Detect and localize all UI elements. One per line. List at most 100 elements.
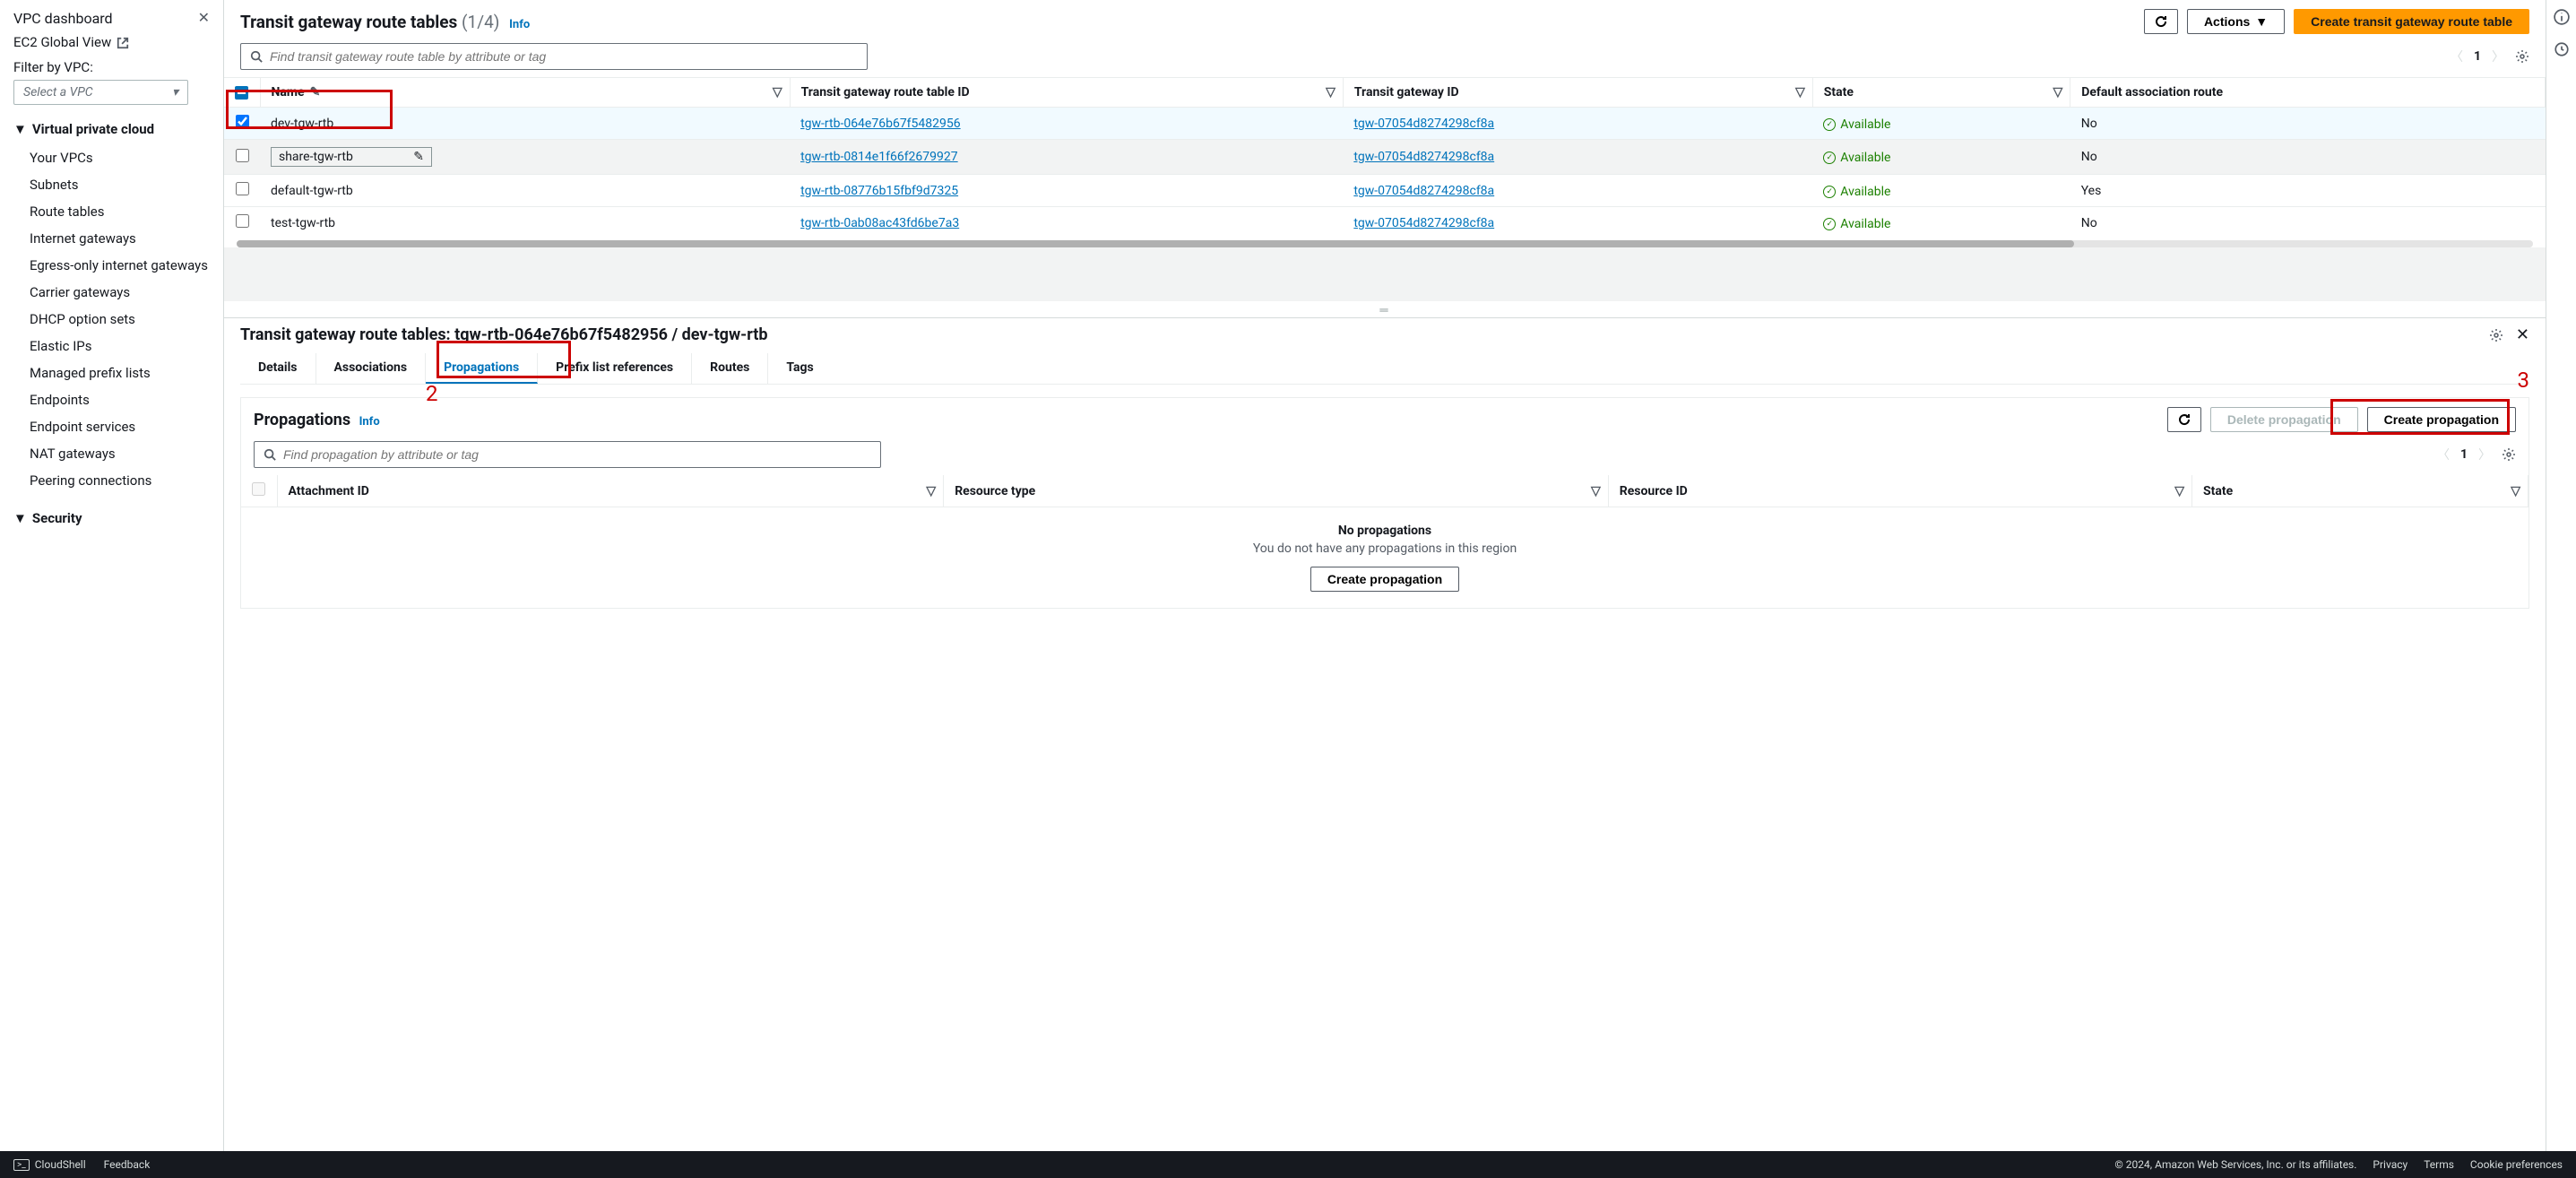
gear-icon[interactable] bbox=[2489, 327, 2503, 342]
gear-icon[interactable] bbox=[2502, 447, 2516, 462]
pager-prev[interactable]: 〈 bbox=[2437, 446, 2450, 463]
info-icon[interactable] bbox=[2554, 9, 2570, 25]
sidebar-item-endpoint-services[interactable]: Endpoint services bbox=[13, 413, 223, 440]
vpc-select-placeholder: Select a VPC bbox=[23, 85, 93, 100]
feedback-link[interactable]: Feedback bbox=[104, 1158, 151, 1171]
sidebar-item-egress-gateways[interactable]: Egress-only internet gateways bbox=[13, 252, 223, 279]
sidebar-item-your-vpcs[interactable]: Your VPCs bbox=[13, 144, 223, 171]
search-icon bbox=[250, 49, 263, 64]
sidebar-item-carrier-gateways[interactable]: Carrier gateways bbox=[13, 279, 223, 306]
main-content: Transit gateway route tables (1/4) Info … bbox=[224, 0, 2546, 1151]
col-resource-type[interactable]: Resource type▽ bbox=[944, 475, 1609, 507]
close-icon[interactable]: ✕ bbox=[2516, 325, 2529, 344]
select-all-checkbox bbox=[252, 482, 265, 496]
pencil-icon: ✎ bbox=[310, 85, 321, 100]
table-row[interactable]: share-tgw-rtb✎ tgw-rtb-0814e1f66f2679927… bbox=[224, 140, 2546, 175]
rtb-link[interactable]: tgw-rtb-064e76b67f5482956 bbox=[800, 117, 961, 131]
col-name[interactable]: Name✎▽ bbox=[260, 78, 790, 108]
empty-subtitle: You do not have any propagations in this… bbox=[257, 541, 2512, 556]
row-checkbox[interactable] bbox=[236, 115, 249, 128]
sidebar-item-subnets[interactable]: Subnets bbox=[13, 171, 223, 198]
privacy-link[interactable]: Privacy bbox=[2373, 1158, 2407, 1171]
sort-icon: ▽ bbox=[1795, 85, 1805, 100]
status-badge: ✓Available bbox=[1823, 217, 1890, 231]
refresh-button[interactable] bbox=[2167, 407, 2201, 432]
ec2-link-label: EC2 Global View bbox=[13, 34, 111, 50]
vpc-select[interactable]: Select a VPC ▾ bbox=[13, 80, 188, 105]
sidebar-item-peering[interactable]: Peering connections bbox=[13, 467, 223, 494]
tab-details[interactable]: Details bbox=[240, 353, 316, 384]
cloudshell-button[interactable]: >_ CloudShell bbox=[13, 1158, 86, 1171]
refresh-icon[interactable] bbox=[2554, 41, 2570, 57]
nav-section-security[interactable]: ▼ Security bbox=[13, 510, 223, 526]
page-title: Transit gateway route tables (1/4) bbox=[240, 12, 504, 32]
terms-link[interactable]: Terms bbox=[2424, 1158, 2454, 1171]
sidebar-item-endpoints[interactable]: Endpoints bbox=[13, 386, 223, 413]
close-sidebar-button[interactable]: ✕ bbox=[198, 9, 210, 27]
tab-associations[interactable]: Associations bbox=[316, 353, 427, 384]
sidebar-item-prefix-lists[interactable]: Managed prefix lists bbox=[13, 359, 223, 386]
col-state[interactable]: State▽ bbox=[1812, 78, 2070, 108]
table-row[interactable]: default-tgw-rtb tgw-rtb-08776b15fbf9d732… bbox=[224, 175, 2546, 207]
delete-propagation-button: Delete propagation bbox=[2210, 407, 2358, 432]
sidebar-item-nat-gateways[interactable]: NAT gateways bbox=[13, 440, 223, 467]
col-default[interactable]: Default association route bbox=[2070, 78, 2546, 108]
propagations-title: Propagations bbox=[254, 411, 350, 429]
tab-propagations[interactable]: Propagations bbox=[426, 353, 538, 384]
copyright-text: © 2024, Amazon Web Services, Inc. or its… bbox=[2114, 1158, 2356, 1171]
propagations-panel: Propagations Info Delete propagation Cre… bbox=[240, 397, 2529, 609]
col-resource-id[interactable]: Resource ID▽ bbox=[1608, 475, 2191, 507]
tab-prefix-list[interactable]: Prefix list references bbox=[538, 353, 692, 384]
row-checkbox[interactable] bbox=[236, 214, 249, 228]
info-link[interactable]: Info bbox=[509, 18, 530, 31]
cloudshell-label: CloudShell bbox=[35, 1158, 86, 1171]
tgw-link[interactable]: tgw-07054d8274298cf8a bbox=[1353, 117, 1494, 131]
col-tgw-id[interactable]: Transit gateway ID▽ bbox=[1343, 78, 1812, 108]
create-propagation-button[interactable]: Create propagation bbox=[2367, 407, 2516, 432]
sidebar-item-dhcp-options[interactable]: DHCP option sets bbox=[13, 306, 223, 333]
tab-routes[interactable]: Routes bbox=[692, 353, 768, 384]
refresh-button[interactable] bbox=[2144, 9, 2178, 34]
select-all-checkbox[interactable] bbox=[235, 86, 248, 100]
table-row[interactable]: test-tgw-rtb tgw-rtb-0ab08ac43fd6be7a3 t… bbox=[224, 207, 2546, 239]
tgw-link[interactable]: tgw-07054d8274298cf8a bbox=[1353, 184, 1494, 198]
ec2-global-view-link[interactable]: EC2 Global View bbox=[13, 34, 223, 50]
table-row[interactable]: dev-tgw-rtb tgw-rtb-064e76b67f5482956 tg… bbox=[224, 108, 2546, 140]
sidebar-item-route-tables[interactable]: Route tables bbox=[13, 198, 223, 225]
pager-next[interactable]: 〉 bbox=[2492, 48, 2504, 65]
tgw-link[interactable]: tgw-07054d8274298cf8a bbox=[1353, 216, 1494, 230]
actions-button[interactable]: Actions ▼ bbox=[2187, 9, 2285, 34]
nav-section-vpc[interactable]: ▼ Virtual private cloud bbox=[13, 121, 223, 137]
gear-icon[interactable] bbox=[2515, 49, 2529, 64]
rtb-link[interactable]: tgw-rtb-0814e1f66f2679927 bbox=[800, 150, 958, 164]
rtb-link[interactable]: tgw-rtb-08776b15fbf9d7325 bbox=[800, 184, 958, 198]
sidebar-item-internet-gateways[interactable]: Internet gateways bbox=[13, 225, 223, 252]
sidebar-item-elastic-ips[interactable]: Elastic IPs bbox=[13, 333, 223, 359]
annotation-num-3: 3 bbox=[2518, 368, 2530, 393]
pager-next[interactable]: 〉 bbox=[2478, 446, 2491, 463]
pager-prev[interactable]: 〈 bbox=[2451, 48, 2463, 65]
propagation-search-wrapper[interactable] bbox=[254, 441, 881, 468]
search-input[interactable] bbox=[270, 49, 858, 64]
cookie-link[interactable]: Cookie preferences bbox=[2470, 1158, 2563, 1171]
col-state[interactable]: State▽ bbox=[2192, 475, 2528, 507]
tgw-link[interactable]: tgw-07054d8274298cf8a bbox=[1353, 150, 1494, 164]
search-input-wrapper[interactable] bbox=[240, 43, 868, 70]
col-attachment-id[interactable]: Attachment ID▽ bbox=[277, 475, 944, 507]
create-propagation-empty-button[interactable]: Create propagation bbox=[1310, 567, 1459, 592]
row-checkbox[interactable] bbox=[236, 149, 249, 162]
drag-handle-icon[interactable]: ═ bbox=[224, 301, 2546, 317]
chevron-down-icon: ▾ bbox=[172, 85, 178, 100]
pencil-icon: ✎ bbox=[413, 150, 424, 164]
create-route-table-button[interactable]: Create transit gateway route table bbox=[2294, 9, 2529, 34]
rtb-link[interactable]: tgw-rtb-0ab08ac43fd6be7a3 bbox=[800, 216, 959, 230]
row-checkbox[interactable] bbox=[236, 182, 249, 195]
name-edit-input[interactable]: share-tgw-rtb✎ bbox=[271, 147, 432, 167]
horizontal-scrollbar[interactable] bbox=[237, 240, 2533, 247]
propagation-search-input[interactable] bbox=[283, 447, 871, 462]
info-link[interactable]: Info bbox=[359, 415, 380, 429]
detail-title: Transit gateway route tables: tgw-rtb-06… bbox=[240, 325, 768, 344]
row-default: No bbox=[2070, 108, 2546, 140]
col-rtb-id[interactable]: Transit gateway route table ID▽ bbox=[790, 78, 1343, 108]
tab-tags[interactable]: Tags bbox=[768, 353, 831, 384]
